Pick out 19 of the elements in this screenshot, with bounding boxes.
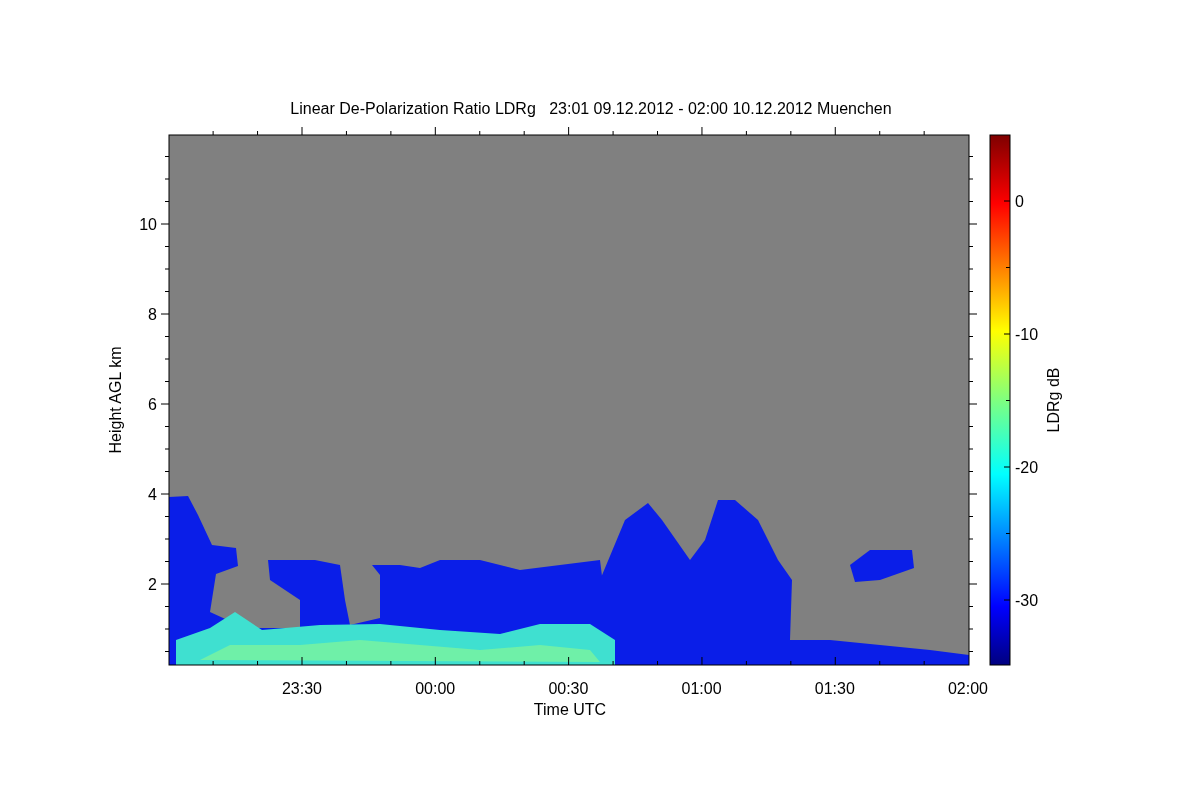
y-tick-label: 2 xyxy=(148,576,157,593)
colorbar-tick-label: 0 xyxy=(1015,193,1024,210)
y-axis-title: Height AGL km xyxy=(107,346,124,454)
y-tick-label: 6 xyxy=(148,396,157,413)
x-tick-label: 23:30 xyxy=(282,680,322,697)
y-tick-label: 10 xyxy=(139,216,157,233)
x-tick-label: 00:30 xyxy=(548,680,589,697)
chart-title: Linear De-Polarization Ratio LDRg 23:01 09.12.2012 - 02:00 10.12.2012 Muenchen xyxy=(290,100,892,117)
colorbar-tick-label: -20 xyxy=(1015,459,1039,476)
colorbar-tick-label: -10 xyxy=(1015,326,1039,343)
x-tick-label: 02:00 xyxy=(948,680,988,697)
y-tick-label: 8 xyxy=(148,306,157,323)
x-tick-label: 00:00 xyxy=(415,680,456,697)
colorbar-title: LDRg dB xyxy=(1045,367,1062,433)
x-tick-label: 01:30 xyxy=(814,680,855,697)
y-tick-label: 4 xyxy=(148,486,157,503)
colorbar-tick-label: -30 xyxy=(1015,592,1039,609)
x-tick-label: 01:00 xyxy=(681,680,722,697)
x-axis-title: Time UTC xyxy=(533,701,607,718)
